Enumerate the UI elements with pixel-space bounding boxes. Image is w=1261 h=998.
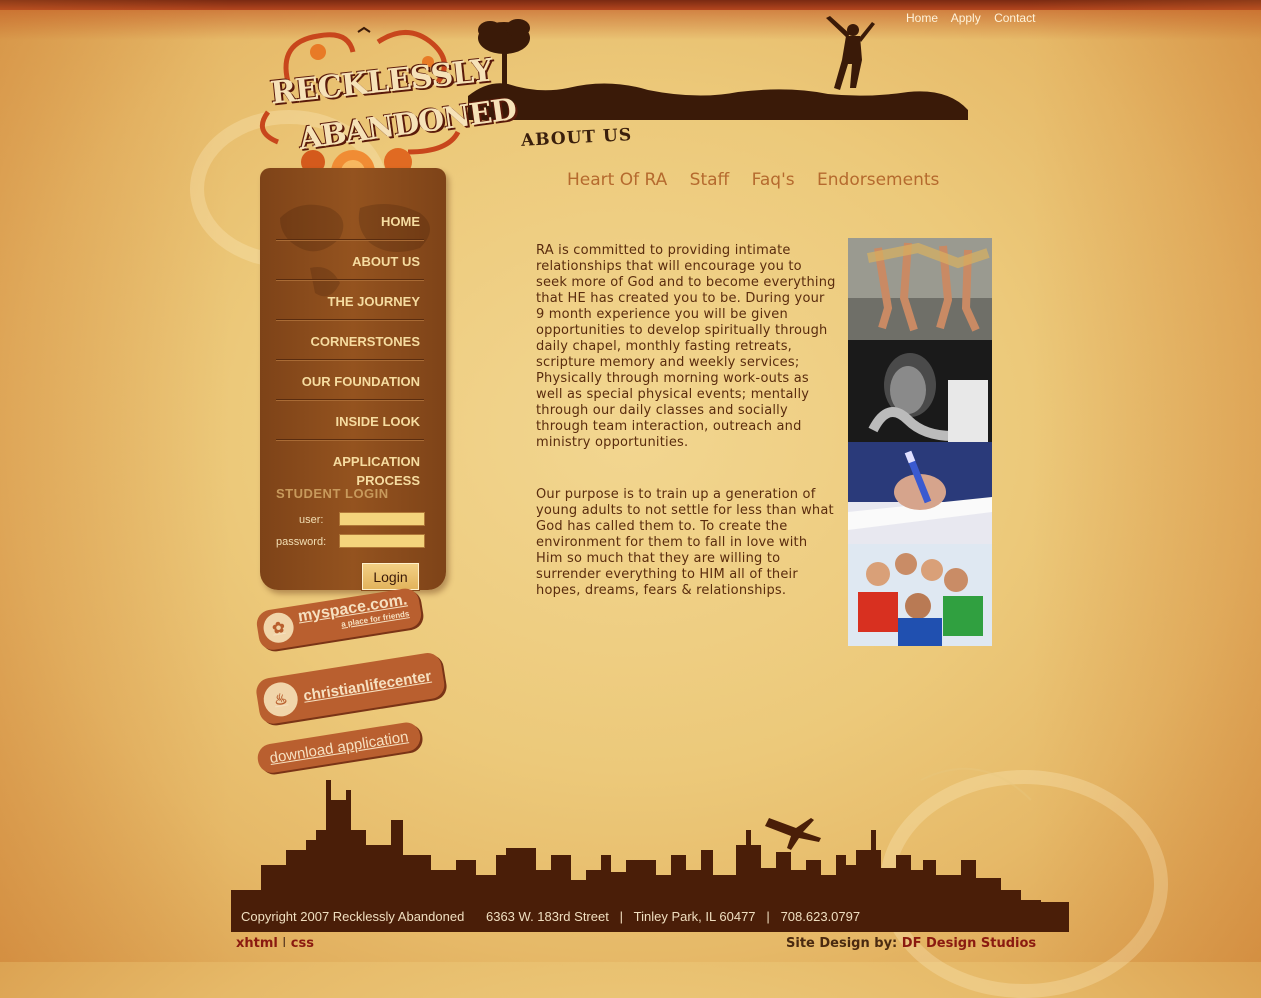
- credit-label: Site Design by:: [786, 936, 898, 951]
- password-input[interactable]: [339, 534, 425, 548]
- praying-woman-photo: [848, 340, 992, 442]
- city-skyline: [231, 767, 1069, 932]
- about-paragraph-1: RA is committed to providing intimate re…: [536, 243, 836, 450]
- man-silhouette-icon: [826, 16, 875, 90]
- tab-endorsements[interactable]: Endorsements: [817, 170, 939, 190]
- photo-strip: [848, 238, 992, 646]
- sidebar-item-home[interactable]: HOME: [276, 200, 424, 240]
- myspace-people-icon: ✿: [261, 610, 296, 645]
- left-glow: [0, 0, 230, 962]
- css-link[interactable]: css: [291, 936, 314, 951]
- password-label: password:: [276, 536, 327, 548]
- sidebar-item-about-us[interactable]: ABOUT US: [276, 240, 424, 280]
- christianlifecenter-badge[interactable]: ♨ christianlifecenter: [254, 650, 447, 726]
- hill-shape: [468, 83, 968, 120]
- tab-heart-of-ra[interactable]: Heart Of RA: [567, 170, 667, 190]
- sidebar-nav: HOME ABOUT US THE JOURNEY CORNERSTONES O…: [276, 200, 424, 498]
- sidebar-item-cornerstones[interactable]: CORNERSTONES: [276, 320, 424, 360]
- user-input[interactable]: [339, 512, 425, 526]
- login-button[interactable]: Login: [361, 562, 420, 591]
- runners-photo: [848, 238, 992, 340]
- page-title: ABOUT US: [520, 125, 633, 151]
- writing-hand-photo: [848, 442, 992, 544]
- flame-icon: ♨: [261, 679, 301, 719]
- credit-link[interactable]: DF Design Studios: [902, 936, 1036, 951]
- myspace-badge[interactable]: ✿ myspace.com. a place for friends: [254, 586, 424, 652]
- header-silhouette: [468, 16, 968, 120]
- xhtml-link[interactable]: xhtml: [236, 936, 278, 951]
- user-label: user:: [299, 514, 324, 526]
- student-login-heading: STUDENT LOGIN: [276, 486, 389, 501]
- sidebar-item-the-journey[interactable]: THE JOURNEY: [276, 280, 424, 320]
- sidebar-item-inside-look[interactable]: INSIDE LOOK: [276, 400, 424, 440]
- sidebar-item-our-foundation[interactable]: OUR FOUNDATION: [276, 360, 424, 400]
- airplane-icon: [765, 818, 821, 850]
- christianlifecenter-label: christianlifecenter: [302, 667, 433, 705]
- about-paragraph-2: Our purpose is to train up a generation …: [536, 487, 834, 598]
- top-link-contact[interactable]: Contact: [994, 11, 1035, 25]
- footer-address: Copyright 2007 Recklessly Abandoned 6363…: [241, 909, 861, 924]
- tab-faqs[interactable]: Faq's: [752, 170, 795, 190]
- tab-staff[interactable]: Staff: [690, 170, 730, 190]
- site-credit: Site Design by: DF Design Studios: [786, 936, 1036, 951]
- footer-separator: I: [282, 936, 287, 951]
- sub-navigation: Heart Of RA Staff Faq's Endorsements: [567, 170, 956, 190]
- group-of-friends-photo: [848, 544, 992, 646]
- validator-links: xhtml I css: [236, 936, 314, 951]
